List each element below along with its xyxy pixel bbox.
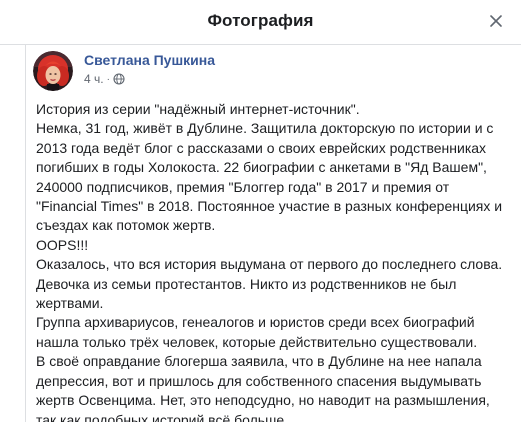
- post-line: OOPS!!!: [36, 236, 89, 253]
- post-line: История из серии "надёжный интернет-исто…: [36, 101, 360, 117]
- post-line: нашла только трёх человек, которые дейст…: [36, 333, 478, 350]
- avatar[interactable]: [33, 51, 73, 91]
- post-body: История из серии "надёжный интернет-исто…: [36, 100, 516, 422]
- post-line: погибших в годы Холокоста. 22 биографии …: [36, 159, 487, 176]
- post-line: Оказалось, что вся история выдумана от п…: [36, 256, 503, 273]
- globe-icon[interactable]: [113, 73, 125, 85]
- post-line: так как подобных историй всё больше.: [36, 411, 289, 422]
- post-line: жертвами.: [36, 295, 104, 312]
- post-line: Немка, 31 год, живёт в Дублине. Защитила…: [36, 120, 494, 137]
- post-line: жертв Освенцима. Нет, это неподсудно, но…: [36, 392, 490, 409]
- post-line: 240000 подписчиков, премия "Блоггер года…: [36, 178, 450, 195]
- post-line: съездах как потомок жертв.: [36, 217, 216, 234]
- post-line: Девочка из семьи протестантов. Никто из …: [36, 275, 457, 292]
- post-line: "Financial Times" в 2018. Постоянное уча…: [36, 198, 503, 215]
- modal-header: Фотография: [0, 0, 521, 45]
- close-button[interactable]: [485, 10, 507, 32]
- post-meta: 4 ч. ·: [84, 72, 125, 86]
- author-name-link[interactable]: Светлана Пушкина: [84, 52, 215, 68]
- close-icon: [485, 10, 507, 32]
- photo-modal: Фотография Светлана Пушкина 4 ч. · Истор…: [0, 0, 521, 422]
- post-line: Группа архивариусов, генеалогов и юристо…: [36, 314, 475, 331]
- post-timestamp[interactable]: 4 ч.: [84, 72, 104, 86]
- modal-title: Фотография: [207, 11, 314, 30]
- post: Светлана Пушкина 4 ч. · История из серии…: [25, 45, 521, 422]
- post-line: 2013 года ведёт блог с рассказами о свои…: [36, 139, 487, 156]
- meta-separator: ·: [106, 73, 110, 85]
- post-line: В своё оправдание блогерша заявила, что …: [36, 353, 482, 370]
- post-line: депрессия, вот и пришлось для собственно…: [36, 372, 482, 389]
